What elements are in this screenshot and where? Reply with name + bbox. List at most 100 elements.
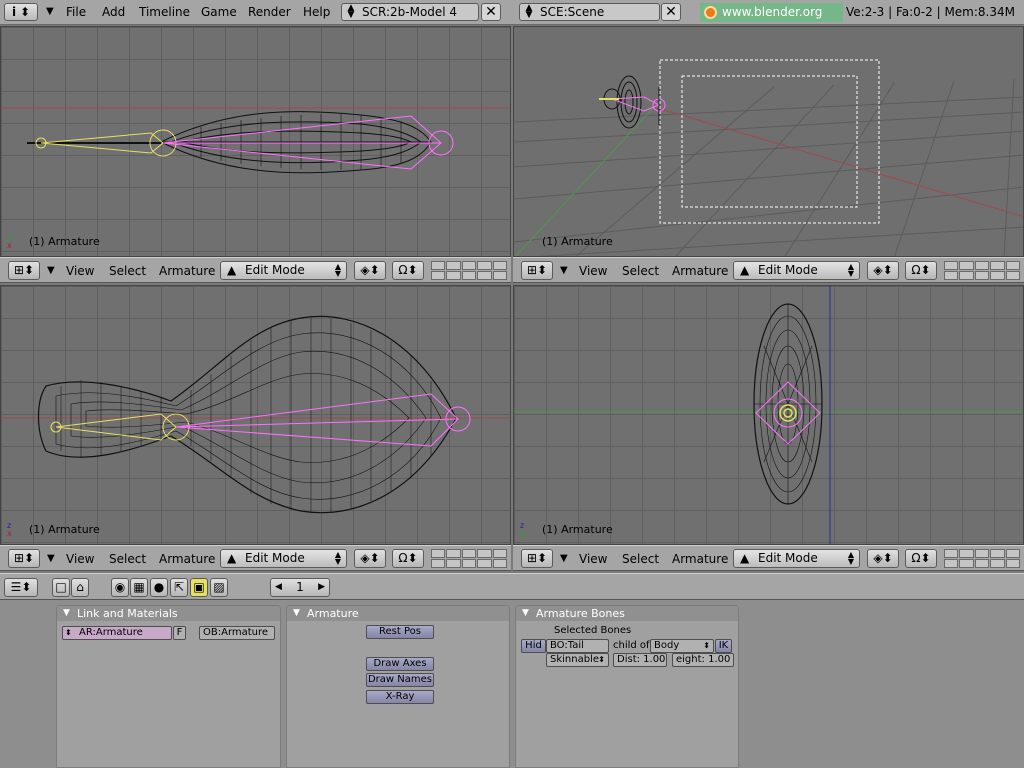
pivot-button[interactable]: Ω⬍ [392,261,424,280]
collapse-menu-icon[interactable]: ▼ [47,551,55,567]
hide-bone-button[interactable]: Hid [521,639,546,653]
scene-context-button[interactable]: ▨ [210,578,228,597]
object-context-button[interactable]: ⇱ [170,578,188,597]
menu-armature[interactable]: Armature [159,551,215,567]
updown-arrows-icon: ▲ ▼ [334,550,341,566]
script-context-button[interactable]: ▦ [130,578,148,597]
editing-context-button[interactable]: ▣ [190,578,208,597]
menu-select[interactable]: Select [622,551,659,567]
properties-icon: ☰ [10,580,22,594]
updown-arrows-icon: ▲ ▼ [847,550,854,566]
bone-name-field[interactable]: BO:Tail [546,639,609,653]
menu-file[interactable]: File [66,4,86,20]
skinnable-selector[interactable]: Skinnable ⬍ [546,653,609,667]
dist-field[interactable]: Dist: 1.00 [613,653,667,667]
viewport-header-tr: ⊞⬍ ▼ View Select Armature ▲ Edit Mode ▲ ▼… [513,257,1024,283]
buttons-type-button[interactable]: ☰⬍ [4,578,38,597]
rest-pos-button[interactable]: Rest Pos [366,625,434,639]
updown-arrows-icon: ⬍ [703,641,710,650]
layer-buttons[interactable] [944,261,1020,280]
collapse-menu-icon[interactable]: ▼ [46,4,54,20]
viewport-header-br: ⊞⬍ ▼ View Select Armature ▲ Edit Mode ▲ ▼… [513,545,1024,571]
magnet-icon: Ω [911,551,921,565]
collapse-menu-icon[interactable]: ▼ [560,551,568,567]
shading-context-button[interactable]: ● [150,578,168,597]
menu-armature[interactable]: Armature [672,263,728,279]
panel-armature-title[interactable]: Armature [287,606,509,621]
draw-names-button[interactable]: Draw Names [366,673,434,687]
view3d-type-button[interactable]: ⊞⬍ [521,549,553,568]
draw-type-button[interactable]: ◈⬍ [867,261,899,280]
menu-add[interactable]: Add [102,4,125,20]
mode-label: Edit Mode [245,263,305,277]
collapse-menu-icon[interactable]: ▼ [47,263,55,279]
menu-armature[interactable]: Armature [159,263,215,279]
panel-link-materials-title[interactable]: Link and Materials [57,606,280,621]
draw-axes-button[interactable]: Draw Axes [366,657,434,671]
menu-select[interactable]: Select [622,263,659,279]
menu-view[interactable]: View [579,263,607,279]
weight-field[interactable]: eight: 1.00 [672,653,734,667]
updown-arrows-icon: ▲ ▼ [525,3,533,20]
screen-selector[interactable]: ▲ ▼ SCR:2b-Model 4 [341,3,479,21]
menu-help[interactable]: Help [303,4,330,20]
menu-render[interactable]: Render [248,4,291,20]
scene-name: SCE:Scene [540,5,605,19]
viewport-object-label: (1) Armature [542,523,613,536]
layer-buttons[interactable] [431,549,507,568]
scene-selector[interactable]: ▲ ▼ SCE:Scene [519,3,660,21]
parent-bone-selector[interactable]: Body ⬍ [650,639,714,653]
viewport-front[interactable]: zx (1) Armature [0,285,511,545]
draw-type-button[interactable]: ◈⬍ [354,261,386,280]
edit-mode-icon: ▲ [740,551,750,565]
window-icon: □ [55,580,67,594]
mode-selector[interactable]: ▲ Edit Mode ▲ ▼ [733,549,860,568]
mode-selector[interactable]: ▲ Edit Mode ▲ ▼ [220,549,347,568]
layer-buttons[interactable] [944,549,1020,568]
viewport-top[interactable]: yx (1) Armature [0,26,511,257]
draw-type-button[interactable]: ◈⬍ [867,549,899,568]
grid-icon: ⊞ [13,263,24,277]
updown-arrows-icon: ⬍ [598,655,605,664]
pivot-button[interactable]: Ω⬍ [905,261,937,280]
viewport-perspective[interactable]: (1) Armature [513,26,1024,257]
menu-armature[interactable]: Armature [672,551,728,567]
delete-scene-button[interactable]: ✕ [661,3,681,21]
pivot-button[interactable]: Ω⬍ [905,549,937,568]
view3d-type-button[interactable]: ⊞⬍ [521,261,553,280]
menu-select[interactable]: Select [109,551,146,567]
ik-button[interactable]: IK [715,639,732,653]
mesh-wireframe-front [1,315,510,514]
view3d-type-button[interactable]: ⊞⬍ [8,261,40,280]
menu-select[interactable]: Select [109,263,146,279]
menu-view[interactable]: View [66,263,94,279]
armature-datablock-field[interactable]: ⬍ AR:Armature [62,626,172,640]
menu-view[interactable]: View [579,551,607,567]
fake-user-button[interactable]: F [173,626,186,640]
pivot-button[interactable]: Ω⬍ [392,549,424,568]
blender-website-link[interactable]: www.blender.org 231 [700,3,843,38]
xray-button[interactable]: X-Ray [366,690,434,704]
layer-buttons[interactable] [431,261,507,280]
window-type-button[interactable]: i ⬍ [4,3,38,21]
draw-type-button[interactable]: ◈⬍ [354,549,386,568]
menu-game[interactable]: Game [201,4,237,20]
mode-selector[interactable]: ▲ Edit Mode ▲ ▼ [733,261,860,280]
object-name-field[interactable]: OB:Armature [199,626,275,640]
view3d-type-button[interactable]: ⊞⬍ [8,549,40,568]
menu-timeline[interactable]: Timeline [139,4,190,20]
full-window-button[interactable]: □ [52,578,70,597]
logic-icon: ◉ [114,580,126,594]
panel-armature-bones-title[interactable]: Armature Bones [516,606,738,621]
mode-selector[interactable]: ▲ Edit Mode ▲ ▼ [220,261,347,280]
delete-screen-button[interactable]: ✕ [481,3,501,21]
viewport-side[interactable]: zy (1) Armature [513,285,1024,545]
mode-label: Edit Mode [758,263,818,277]
home-button[interactable]: ⌂ [71,578,89,597]
grid-icon: ⊞ [526,263,537,277]
frame-number-field[interactable]: ◀ 1 ▶ [270,578,330,597]
menu-view[interactable]: View [66,551,94,567]
collapse-menu-icon[interactable]: ▼ [560,263,568,279]
logic-context-button[interactable]: ◉ [111,578,129,597]
magnet-icon: Ω [911,263,921,277]
